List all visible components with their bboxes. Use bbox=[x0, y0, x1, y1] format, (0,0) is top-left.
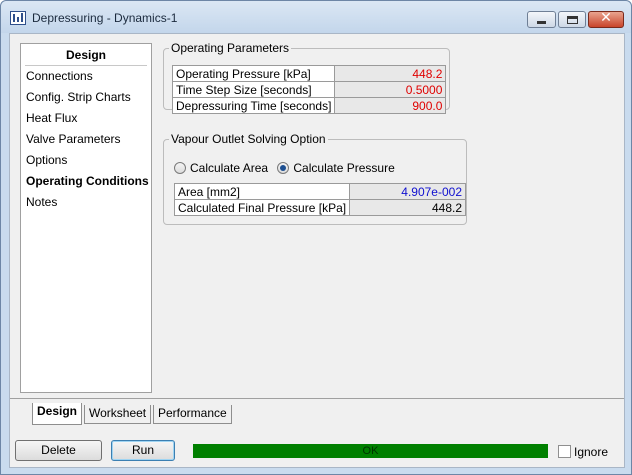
depressuring-window: Depressuring - Dynamics-1 ✕ Design Conne… bbox=[0, 0, 632, 475]
table-row: Time Step Size [seconds] 0.5000 bbox=[171, 81, 447, 98]
window-title: Depressuring - Dynamics-1 bbox=[32, 11, 178, 25]
calculate-area-radio[interactable] bbox=[174, 161, 186, 174]
maximize-icon bbox=[567, 16, 578, 24]
maximize-button[interactable] bbox=[558, 11, 586, 28]
nav-item-operating-conditions[interactable]: Operating Conditions bbox=[21, 171, 151, 192]
vapour-outlet-table: Area [mm2] 4.907e-002 Calculated Final P… bbox=[173, 183, 466, 216]
table-row: Depressuring Time [seconds] 900.0 bbox=[171, 97, 447, 114]
tab-design[interactable]: Design bbox=[32, 403, 83, 425]
final-pressure-value: 448.2 bbox=[349, 199, 466, 216]
operating-pressure-label: Operating Pressure [kPa] bbox=[171, 65, 336, 82]
solving-option-radios: Calculate Area Calculate Pressure bbox=[174, 160, 401, 175]
close-icon: ✕ bbox=[600, 10, 612, 26]
client-area: Design Connections Config. Strip Charts … bbox=[9, 33, 625, 468]
ignore-label[interactable]: Ignore bbox=[574, 445, 608, 459]
table-row: Operating Pressure [kPa] 448.2 bbox=[171, 65, 447, 82]
tab-strip-line bbox=[10, 398, 624, 399]
depressuring-time-label: Depressuring Time [seconds] bbox=[171, 97, 336, 114]
nav-item-config-strip-charts[interactable]: Config. Strip Charts bbox=[21, 87, 151, 108]
area-value[interactable]: 4.907e-002 bbox=[349, 183, 466, 200]
nav-item-options[interactable]: Options bbox=[21, 150, 151, 171]
vapour-outlet-group: Vapour Outlet Solving Option Calculate A… bbox=[163, 132, 467, 225]
operating-pressure-value[interactable]: 448.2 bbox=[334, 65, 447, 82]
design-nav: Design Connections Config. Strip Charts … bbox=[20, 43, 152, 393]
area-label: Area [mm2] bbox=[173, 183, 351, 200]
minimize-icon bbox=[537, 21, 546, 24]
title-bar[interactable]: Depressuring - Dynamics-1 ✕ bbox=[1, 1, 631, 33]
operating-parameters-group: Operating Parameters Operating Pressure … bbox=[163, 41, 450, 114]
calculate-pressure-label[interactable]: Calculate Pressure bbox=[293, 161, 394, 175]
app-icon bbox=[10, 11, 26, 25]
nav-item-notes[interactable]: Notes bbox=[21, 192, 151, 213]
calculate-area-label[interactable]: Calculate Area bbox=[190, 161, 268, 175]
tab-worksheet[interactable]: Worksheet bbox=[84, 405, 152, 424]
close-button[interactable]: ✕ bbox=[588, 10, 624, 28]
status-bar: OK bbox=[193, 444, 548, 458]
time-step-size-label: Time Step Size [seconds] bbox=[171, 81, 336, 98]
tab-performance[interactable]: Performance bbox=[153, 405, 232, 424]
depressuring-time-value[interactable]: 900.0 bbox=[334, 97, 447, 114]
nav-item-heat-flux[interactable]: Heat Flux bbox=[21, 108, 151, 129]
final-pressure-label: Calculated Final Pressure [kPa] bbox=[173, 199, 351, 216]
calculate-pressure-radio[interactable] bbox=[277, 161, 290, 174]
nav-item-connections[interactable]: Connections bbox=[21, 66, 151, 87]
operating-parameters-table: Operating Pressure [kPa] 448.2 Time Step… bbox=[171, 65, 447, 114]
run-button[interactable]: Run bbox=[111, 440, 175, 461]
table-row: Area [mm2] 4.907e-002 bbox=[173, 183, 466, 200]
delete-button[interactable]: Delete bbox=[15, 440, 102, 461]
nav-item-valve-parameters[interactable]: Valve Parameters bbox=[21, 129, 151, 150]
table-row: Calculated Final Pressure [kPa] 448.2 bbox=[173, 199, 466, 216]
time-step-size-value[interactable]: 0.5000 bbox=[334, 81, 447, 98]
vapour-outlet-title: Vapour Outlet Solving Option bbox=[169, 132, 328, 146]
ignore-checkbox[interactable] bbox=[558, 445, 571, 458]
nav-header: Design bbox=[25, 44, 147, 66]
operating-parameters-title: Operating Parameters bbox=[169, 41, 292, 55]
minimize-button[interactable] bbox=[527, 11, 556, 28]
